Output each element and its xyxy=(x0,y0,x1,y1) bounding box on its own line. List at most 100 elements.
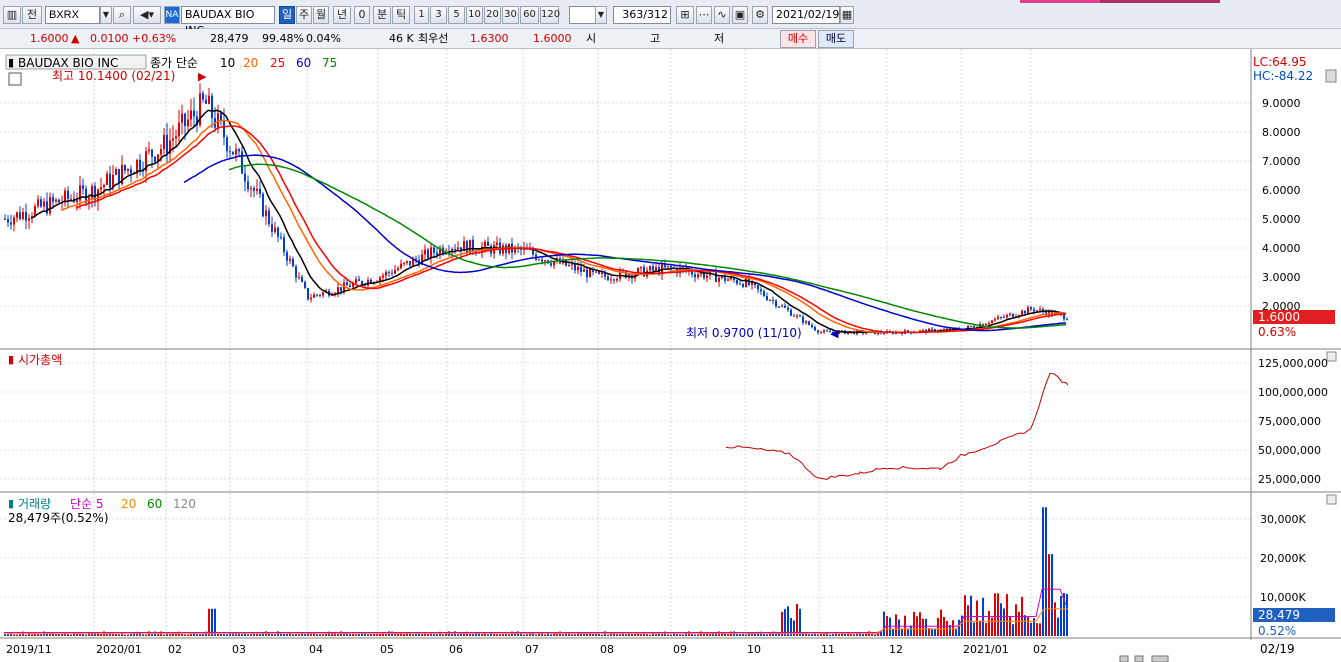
volume-bar xyxy=(988,611,990,636)
candle-body xyxy=(664,264,666,268)
candle-body xyxy=(994,319,996,321)
candle-body xyxy=(82,185,84,189)
candle-body xyxy=(826,330,828,332)
cap-panel-max-icon[interactable] xyxy=(1326,351,1337,362)
chart-canvas[interactable]: 2019/11 2020/01 02 03 04 05 06 07 08 09 10 11 12 2021… xyxy=(0,0,1341,662)
volume-bar xyxy=(910,625,912,636)
candle-body xyxy=(739,283,741,285)
candle-body xyxy=(610,279,612,281)
volume-bar xyxy=(970,595,972,636)
volume-bar xyxy=(976,600,978,636)
candle-body xyxy=(208,95,210,104)
vol-legend-ma20[interactable]: 20 xyxy=(121,497,136,511)
candle-body xyxy=(211,95,213,119)
legend-ma60[interactable]: 60 xyxy=(296,56,311,70)
candle-body xyxy=(742,284,744,287)
cap-panel-title[interactable]: 시가총액 xyxy=(18,353,62,367)
candle-body xyxy=(322,292,324,296)
zoom-slider-icon[interactable] xyxy=(1151,655,1169,662)
candle-body xyxy=(292,258,294,267)
vol-legend-ma5[interactable]: 단순 5 xyxy=(70,497,104,511)
candle-body xyxy=(220,113,222,121)
volume-bar xyxy=(82,633,84,636)
volume-bar xyxy=(223,634,225,636)
price-y-tick: 6.0000 xyxy=(1262,184,1301,197)
candle-body xyxy=(727,279,729,281)
volume-bar xyxy=(373,633,375,636)
candle-body xyxy=(589,268,591,278)
price-y-tick: 5.0000 xyxy=(1262,213,1301,226)
cap-y-tick: 50,000,000 xyxy=(1258,444,1321,457)
candle-body xyxy=(403,262,405,264)
volume-bar xyxy=(853,634,855,636)
candle-body xyxy=(16,212,18,218)
candle-body xyxy=(613,279,615,281)
candle-body xyxy=(130,169,132,174)
volume-bar xyxy=(214,608,216,636)
volume-bar xyxy=(505,634,507,636)
table-toggle-icon[interactable] xyxy=(8,72,22,86)
candle-body xyxy=(718,277,720,282)
vol-legend-ma120[interactable]: 120 xyxy=(173,497,196,511)
candle-body xyxy=(298,276,300,278)
candle-body xyxy=(985,323,987,326)
candle-body xyxy=(190,110,192,120)
volume-bar xyxy=(367,634,369,636)
volume-bar xyxy=(955,629,957,636)
candle-body xyxy=(25,212,27,221)
candle-body xyxy=(178,122,180,137)
candle-body xyxy=(466,241,468,254)
legend-ma20[interactable]: 20 xyxy=(243,56,258,70)
volume-bar xyxy=(958,619,960,636)
volume-bar xyxy=(931,628,933,636)
candle-body xyxy=(310,297,312,300)
volume-bar xyxy=(655,634,657,636)
x-axis-label: 03 xyxy=(232,643,246,656)
candle-body xyxy=(265,210,267,217)
volume-bar xyxy=(1045,507,1047,636)
volume-bar xyxy=(1000,603,1002,636)
candle-body xyxy=(151,149,153,157)
candle-body xyxy=(274,227,276,232)
volume-bar xyxy=(901,628,903,636)
volume-bar xyxy=(1051,554,1053,636)
candle-body xyxy=(1009,313,1011,315)
candle-body xyxy=(763,291,765,297)
price-panel-title: BAUDAX BIO INC xyxy=(18,56,118,70)
vol-panel-max-icon[interactable] xyxy=(1326,494,1337,505)
candle-body xyxy=(205,99,207,104)
candle-body xyxy=(805,321,807,323)
candle-body xyxy=(232,151,234,155)
legend-ma-type[interactable]: 종가 단순 xyxy=(150,56,198,70)
candle-body xyxy=(241,151,243,174)
vol-legend-title[interactable]: 거래량 xyxy=(18,497,51,511)
candle-body xyxy=(397,268,399,271)
volume-bar xyxy=(94,632,96,636)
candle-body xyxy=(652,266,654,271)
candle-body xyxy=(973,326,975,328)
legend-ma75[interactable]: 75 xyxy=(322,56,337,70)
x-axis-label: 10 xyxy=(747,643,761,656)
volume-bar xyxy=(571,634,573,636)
volume-bar xyxy=(874,634,876,636)
legend-ma25[interactable]: 25 xyxy=(270,56,285,70)
candle-body xyxy=(19,212,21,219)
candle-body xyxy=(817,330,819,333)
legend-ma10[interactable]: 10 xyxy=(220,56,235,70)
scroll-left-icon[interactable] xyxy=(1119,655,1129,662)
candle-body xyxy=(166,134,168,154)
vol-legend-ma60[interactable]: 60 xyxy=(147,497,162,511)
price-scroll-handle[interactable] xyxy=(1325,69,1337,83)
candle-body xyxy=(772,299,774,301)
candle-body xyxy=(775,300,777,307)
candle-body xyxy=(931,328,933,330)
scroll-right-icon[interactable] xyxy=(1134,655,1144,662)
volume-bar xyxy=(211,608,213,636)
volume-bar xyxy=(535,634,537,636)
x-axis-label: 2020/01 xyxy=(96,643,142,656)
candle-body xyxy=(289,258,291,261)
candle-body xyxy=(106,173,108,185)
volume-bar xyxy=(601,634,603,636)
candle-body xyxy=(7,219,9,223)
volume-bar xyxy=(997,593,999,636)
